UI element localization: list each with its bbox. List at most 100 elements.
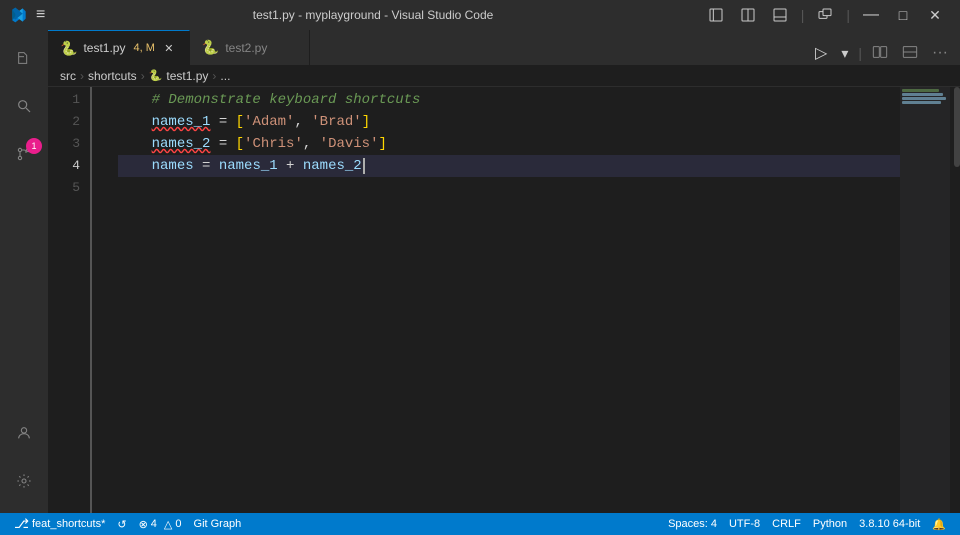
status-sync[interactable]: ↺ bbox=[111, 513, 132, 535]
code-line-4: names = names_1 + names_2 bbox=[118, 155, 900, 177]
tabs-actions: ▷ ▾ | ··· bbox=[803, 41, 960, 65]
minimap-line2 bbox=[902, 93, 943, 96]
line-numbers: 1 2 3 4 5 bbox=[48, 87, 90, 513]
status-git-graph[interactable]: Git Graph bbox=[188, 513, 248, 535]
minimap bbox=[900, 87, 950, 513]
status-bar: ⎇ feat_shortcuts* ↺ ⊗ 4 △ 0 Git Graph Sp… bbox=[0, 513, 960, 535]
git-graph-label: Git Graph bbox=[194, 518, 242, 530]
tab1-close-btn[interactable]: ✕ bbox=[161, 40, 177, 56]
code-var-names1: names_1 bbox=[152, 111, 211, 133]
tab-test2[interactable]: 🐍 test2.py bbox=[190, 30, 310, 65]
tab1-label: test1.py bbox=[83, 41, 125, 55]
run-dropdown-btn[interactable]: ▾ bbox=[837, 43, 852, 64]
error-count: 4 bbox=[151, 518, 157, 530]
code-indent bbox=[118, 111, 152, 133]
line-number-3: 3 bbox=[48, 133, 80, 155]
code-str-chris: 'Chris' bbox=[244, 133, 303, 155]
code-comma: , bbox=[294, 111, 311, 133]
main-layout: 1 🐍 test1.py 4, M bbox=[0, 30, 960, 513]
code-line-2: names_1 = [ 'Adam' , 'Brad' ] bbox=[118, 111, 900, 133]
line-number-5: 5 bbox=[48, 177, 80, 199]
minimap-line3 bbox=[902, 97, 946, 100]
maximize-btn[interactable]: □ bbox=[888, 5, 918, 25]
warning-count: 0 bbox=[175, 518, 181, 530]
status-branch[interactable]: ⎇ feat_shortcuts* bbox=[8, 513, 111, 535]
editor-layout-btn[interactable] bbox=[733, 5, 763, 25]
source-control-badge: 1 bbox=[26, 138, 42, 154]
vertical-scrollbar[interactable] bbox=[950, 87, 960, 513]
code-bracket-open: [ bbox=[236, 111, 244, 133]
line-number-2: 2 bbox=[48, 111, 80, 133]
minimize-btn[interactable]: — bbox=[856, 5, 886, 25]
code-line-1: # Demonstrate keyboard shortcuts bbox=[118, 89, 900, 111]
menu-icon[interactable]: ≡ bbox=[36, 6, 45, 24]
python-icon-tab2: 🐍 bbox=[202, 39, 219, 56]
notification-icon: 🔔 bbox=[932, 518, 946, 531]
status-notifications[interactable]: 🔔 bbox=[926, 513, 952, 535]
python-icon-tab1: 🐍 bbox=[60, 40, 77, 57]
activity-item-search[interactable] bbox=[0, 82, 48, 130]
activity-item-settings[interactable] bbox=[0, 457, 48, 505]
status-encoding[interactable]: UTF-8 bbox=[723, 513, 766, 535]
code-var-names2b: names_2 bbox=[303, 155, 362, 177]
tab2-label: test2.py bbox=[225, 41, 267, 55]
multi-window-btn[interactable] bbox=[810, 5, 840, 25]
breadcrumb-file[interactable]: test1.py bbox=[166, 69, 208, 83]
sidebar-toggle-btn[interactable] bbox=[701, 5, 731, 25]
activity-item-source-control[interactable]: 1 bbox=[0, 130, 48, 178]
branch-name: feat_shortcuts* bbox=[32, 518, 105, 530]
python-version-label: 3.8.10 64-bit bbox=[859, 518, 920, 530]
minimap-line4 bbox=[902, 101, 941, 104]
title-text: test1.py - myplayground - Visual Studio … bbox=[253, 8, 494, 22]
code-plus: + bbox=[278, 155, 303, 177]
panel-layout-btn[interactable] bbox=[898, 42, 922, 65]
activity-bar: 1 bbox=[0, 30, 48, 513]
breadcrumb-py-icon: 🐍 bbox=[149, 69, 163, 82]
line-number-1: 1 bbox=[48, 89, 80, 111]
close-btn[interactable]: ✕ bbox=[920, 5, 950, 25]
status-python-version[interactable]: 3.8.10 64-bit bbox=[853, 513, 926, 535]
breadcrumb-more[interactable]: ... bbox=[220, 69, 230, 83]
scrollbar-thumb[interactable] bbox=[954, 87, 960, 167]
warning-icon: △ bbox=[164, 518, 172, 531]
breadcrumb: src › shortcuts › 🐍 test1.py › ... bbox=[48, 65, 960, 87]
code-op: = bbox=[210, 111, 235, 133]
minimap-line1 bbox=[902, 89, 939, 92]
code-line-3: names_2 = [ 'Chris' , 'Davis' ] bbox=[118, 133, 900, 155]
code-op: = bbox=[210, 133, 235, 155]
status-language[interactable]: Python bbox=[807, 513, 853, 535]
line-ending-label: CRLF bbox=[772, 518, 801, 530]
code-var-names2: names_2 bbox=[152, 133, 211, 155]
panel-toggle-btn[interactable] bbox=[765, 5, 795, 25]
tab-test1[interactable]: 🐍 test1.py 4, M ✕ bbox=[48, 30, 190, 65]
line-number-4: 4 bbox=[48, 155, 80, 177]
run-btn[interactable]: ▷ bbox=[811, 41, 831, 65]
window-controls: | | — □ ✕ bbox=[701, 5, 950, 25]
language-label: Python bbox=[813, 518, 847, 530]
activity-item-account[interactable] bbox=[0, 409, 48, 457]
code-line-5 bbox=[118, 177, 900, 199]
code-bracket-close2: ] bbox=[378, 133, 386, 155]
tabs-bar: 🐍 test1.py 4, M ✕ 🐍 test2.py ▷ ▾ | bbox=[48, 30, 960, 65]
code-bracket-close: ] bbox=[362, 111, 370, 133]
breadcrumb-shortcuts[interactable]: shortcuts bbox=[88, 69, 137, 83]
tab1-badge: 4, M bbox=[133, 42, 154, 54]
editor-gutter bbox=[90, 87, 110, 513]
code-lines[interactable]: # Demonstrate keyboard shortcuts names_1… bbox=[110, 87, 900, 513]
status-line-ending[interactable]: CRLF bbox=[766, 513, 807, 535]
code-str-brad: 'Brad' bbox=[311, 111, 361, 133]
status-spaces[interactable]: Spaces: 4 bbox=[662, 513, 723, 535]
breadcrumb-sep2: › bbox=[141, 69, 145, 83]
breadcrumb-sep3: › bbox=[212, 69, 216, 83]
code-comment: # Demonstrate keyboard shortcuts bbox=[118, 89, 420, 111]
code-comma2: , bbox=[303, 133, 320, 155]
code-editor[interactable]: 1 2 3 4 5 # Demonstrate keyboard shortcu… bbox=[48, 87, 960, 513]
breadcrumb-src[interactable]: src bbox=[60, 69, 76, 83]
code-indent bbox=[118, 133, 152, 155]
activity-item-explorer[interactable] bbox=[0, 34, 48, 82]
split-editor-btn[interactable] bbox=[868, 42, 892, 65]
code-bracket-open2: [ bbox=[236, 133, 244, 155]
code-str-adam: 'Adam' bbox=[244, 111, 294, 133]
status-errors[interactable]: ⊗ 4 △ 0 bbox=[133, 513, 188, 535]
more-actions-btn[interactable]: ··· bbox=[928, 42, 952, 64]
